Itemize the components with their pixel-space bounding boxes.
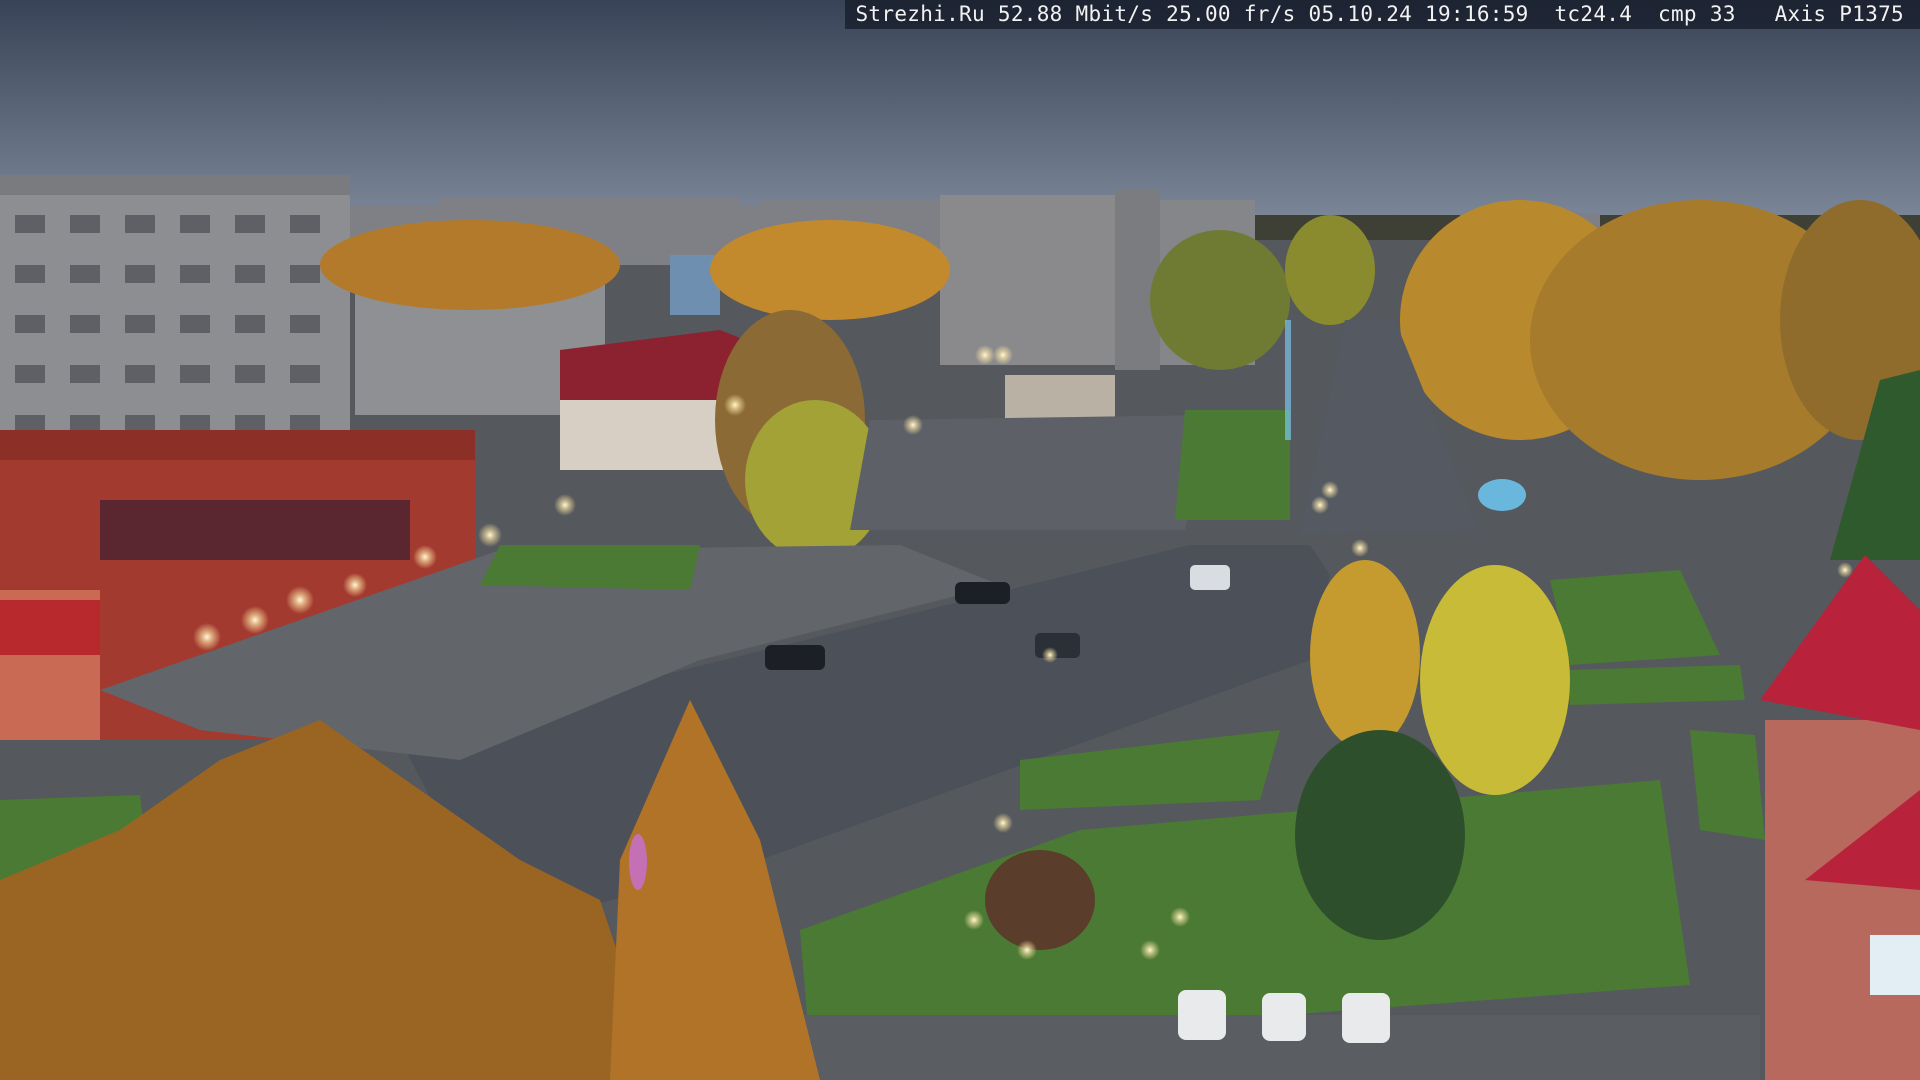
overlay-time: 19:16:59 (1425, 2, 1529, 26)
overlay-framerate: 25.00 fr/s (1166, 2, 1296, 26)
overlay-bitrate: 52.88 Mbit/s (997, 2, 1154, 26)
overlay-site: Strezhi.Ru (855, 2, 985, 26)
parked-cars (1178, 990, 1390, 1043)
camera-overlay: Strezhi.Ru 52.88 Mbit/s 25.00 fr/s 05.10… (845, 0, 1920, 29)
overlay-tc: tc24.4 (1554, 2, 1633, 26)
overlay-model: Axis P1375 (1774, 2, 1904, 26)
overlay-date: 05.10.24 (1308, 2, 1413, 26)
webcam-scene (0, 0, 1920, 1080)
overlay-cmp: cmp 33 (1658, 2, 1736, 26)
town-square (850, 415, 1210, 530)
